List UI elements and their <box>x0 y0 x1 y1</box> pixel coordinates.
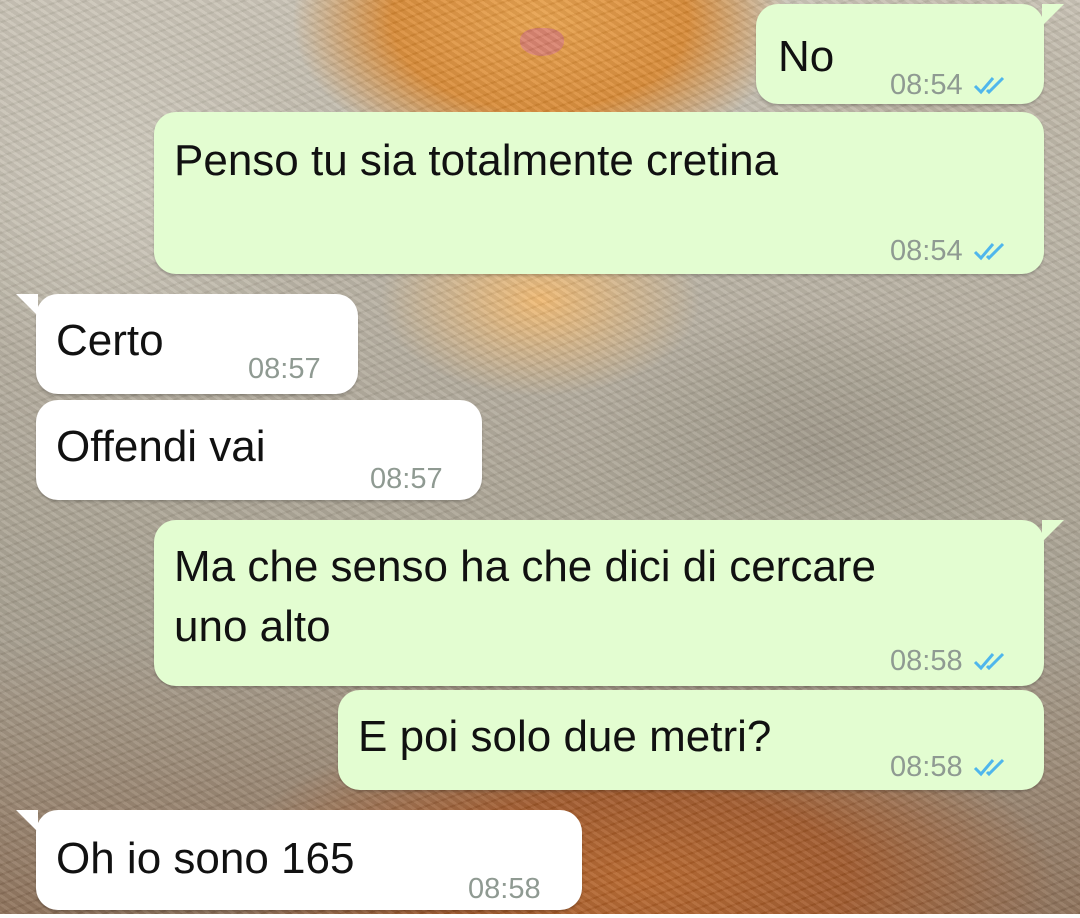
message-text: E poi solo due metri? <box>358 712 772 761</box>
outgoing-message[interactable]: Ma che senso ha che dici di cercare uno … <box>154 520 1044 686</box>
wallpaper-cat-image <box>520 28 564 56</box>
incoming-message[interactable]: Offendi vai 08:57 <box>36 400 482 500</box>
message-text: Penso tu sia totalmente cretina <box>174 136 779 185</box>
message-text: Oh io sono 165 <box>56 834 355 883</box>
double-check-icon <box>973 242 1004 261</box>
message-time: 08:54 <box>890 235 963 267</box>
message-time: 08:58 <box>468 873 541 905</box>
incoming-message[interactable]: Certo 08:57 <box>36 294 358 394</box>
outgoing-message[interactable]: E poi solo due metri? 08:58 <box>338 690 1044 790</box>
message-text: Offendi vai <box>56 422 266 471</box>
double-check-icon <box>973 652 1004 671</box>
message-text: No <box>778 32 835 81</box>
double-check-icon <box>973 758 1004 777</box>
message-time: 08:57 <box>370 463 443 495</box>
incoming-message[interactable]: Oh io sono 165 08:58 <box>36 810 582 910</box>
message-text: Certo <box>56 316 164 365</box>
message-text-line-1: Ma che senso ha che dici di cercare <box>174 542 876 591</box>
double-check-icon <box>973 76 1004 95</box>
outgoing-message[interactable]: No 08:54 <box>756 4 1044 104</box>
message-text-line-2: uno alto <box>174 602 331 651</box>
message-time: 08:57 <box>248 353 321 385</box>
outgoing-message[interactable]: Penso tu sia totalmente cretina 08:54 <box>154 112 1044 274</box>
message-time: 08:58 <box>890 645 963 677</box>
message-time: 08:58 <box>890 751 963 783</box>
message-time: 08:54 <box>890 69 963 101</box>
